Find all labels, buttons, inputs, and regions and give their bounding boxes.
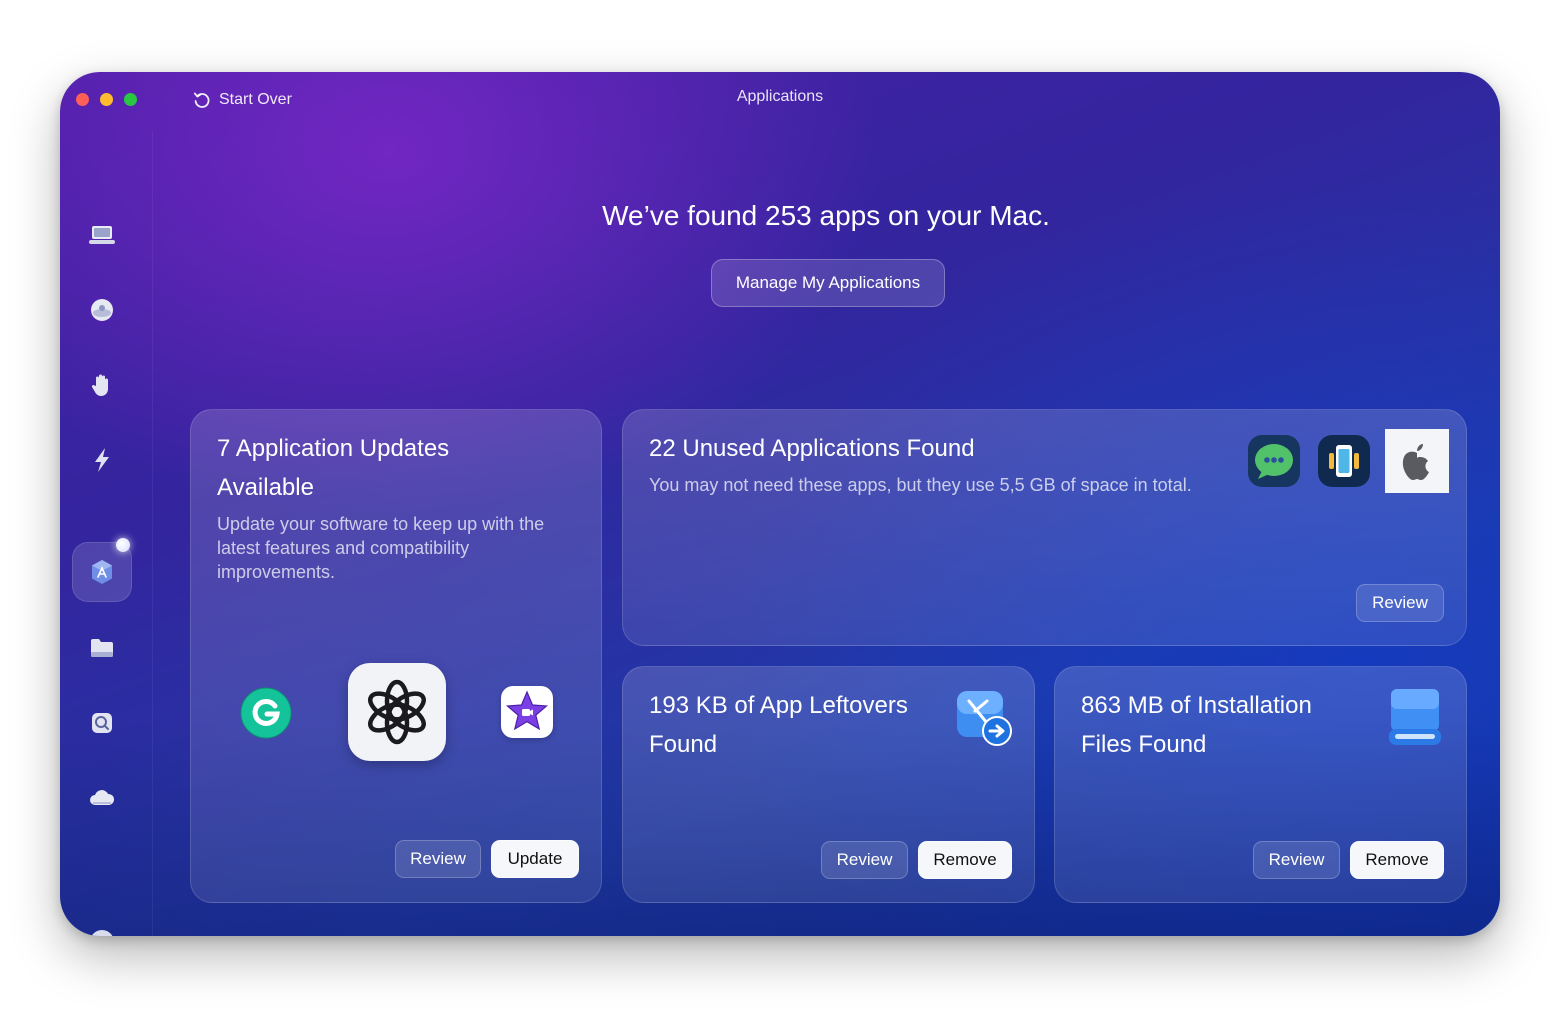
sidebar-item-applications[interactable] xyxy=(72,538,132,602)
installer-drive-icon xyxy=(1385,687,1445,747)
leftovers-title-line1: 193 KB of App Leftovers xyxy=(649,692,908,719)
installation-remove-button[interactable]: Remove xyxy=(1350,841,1444,879)
sidebar-item-my-clutter[interactable] xyxy=(72,618,132,678)
notification-dot xyxy=(116,538,130,552)
update-button[interactable]: Update xyxy=(491,840,579,878)
lightning-icon xyxy=(95,448,109,472)
sidebar-item-cloud-cleanup[interactable] xyxy=(72,768,132,828)
lens-icon xyxy=(92,713,112,733)
installation-title-line1: 863 MB of Installation xyxy=(1081,692,1312,719)
disk-icon xyxy=(91,299,113,321)
sidebar-item-protection[interactable] xyxy=(72,355,132,415)
manage-applications-button[interactable]: Manage My Applications xyxy=(711,259,945,307)
installation-title-line2: Files Found xyxy=(1081,731,1207,758)
sidebar-item-cleanup[interactable] xyxy=(72,280,132,340)
page-headline: We’ve found 253 apps on your Mac. xyxy=(602,200,1050,231)
grammarly-app-icon xyxy=(237,684,295,742)
sidebar-item-performance[interactable] xyxy=(72,430,132,490)
messages-app-icon xyxy=(1248,435,1300,487)
sidebar-item-smart-scan[interactable] xyxy=(72,205,132,265)
chatgpt-app-icon xyxy=(348,663,446,761)
installation-files-card: 863 MB of Installation Files Found Revie… xyxy=(1054,666,1467,903)
updates-description: Update your software to keep up with the… xyxy=(217,514,545,582)
folder-icon xyxy=(91,639,113,657)
sidebar-item-assistant[interactable] xyxy=(72,912,132,936)
leftovers-title-line2: Found xyxy=(649,731,718,758)
unused-review-button[interactable]: Review xyxy=(1356,584,1444,622)
sidebar-item-space-lens[interactable] xyxy=(72,693,132,753)
leftovers-remove-button[interactable]: Remove xyxy=(918,841,1012,879)
window-title: Applications xyxy=(736,88,824,105)
laptop-icon xyxy=(89,226,115,244)
leftovers-review-button[interactable]: Review xyxy=(821,841,908,879)
cloud-icon xyxy=(90,790,115,805)
unused-title: 22 Unused Applications Found xyxy=(649,435,975,462)
assistant-icon xyxy=(91,930,113,936)
sidebar xyxy=(60,132,153,936)
updates-review-button[interactable]: Review xyxy=(395,840,481,878)
device-app-icon xyxy=(1318,435,1370,487)
leftovers-card: 193 KB of App Leftovers Found Review Rem… xyxy=(622,666,1035,903)
updates-card: 7 Application Updates Available Update y… xyxy=(190,409,602,903)
unused-apps-card: 22 Unused Applications Found You may not… xyxy=(622,409,1467,646)
hand-icon xyxy=(91,374,108,396)
app-window: Start Over Applications We’ve found 253 … xyxy=(60,72,1500,936)
apple-app-icon xyxy=(1385,429,1449,493)
imovie-app-icon xyxy=(501,686,553,738)
unused-description: You may not need these apps, but they us… xyxy=(649,475,1192,495)
updates-title-line1: 7 Application Updates xyxy=(217,435,450,462)
leftovers-icon xyxy=(953,687,1017,751)
app-store-icon xyxy=(92,560,112,584)
installation-review-button[interactable]: Review xyxy=(1253,841,1340,879)
updates-title-line2: Available xyxy=(217,474,314,501)
